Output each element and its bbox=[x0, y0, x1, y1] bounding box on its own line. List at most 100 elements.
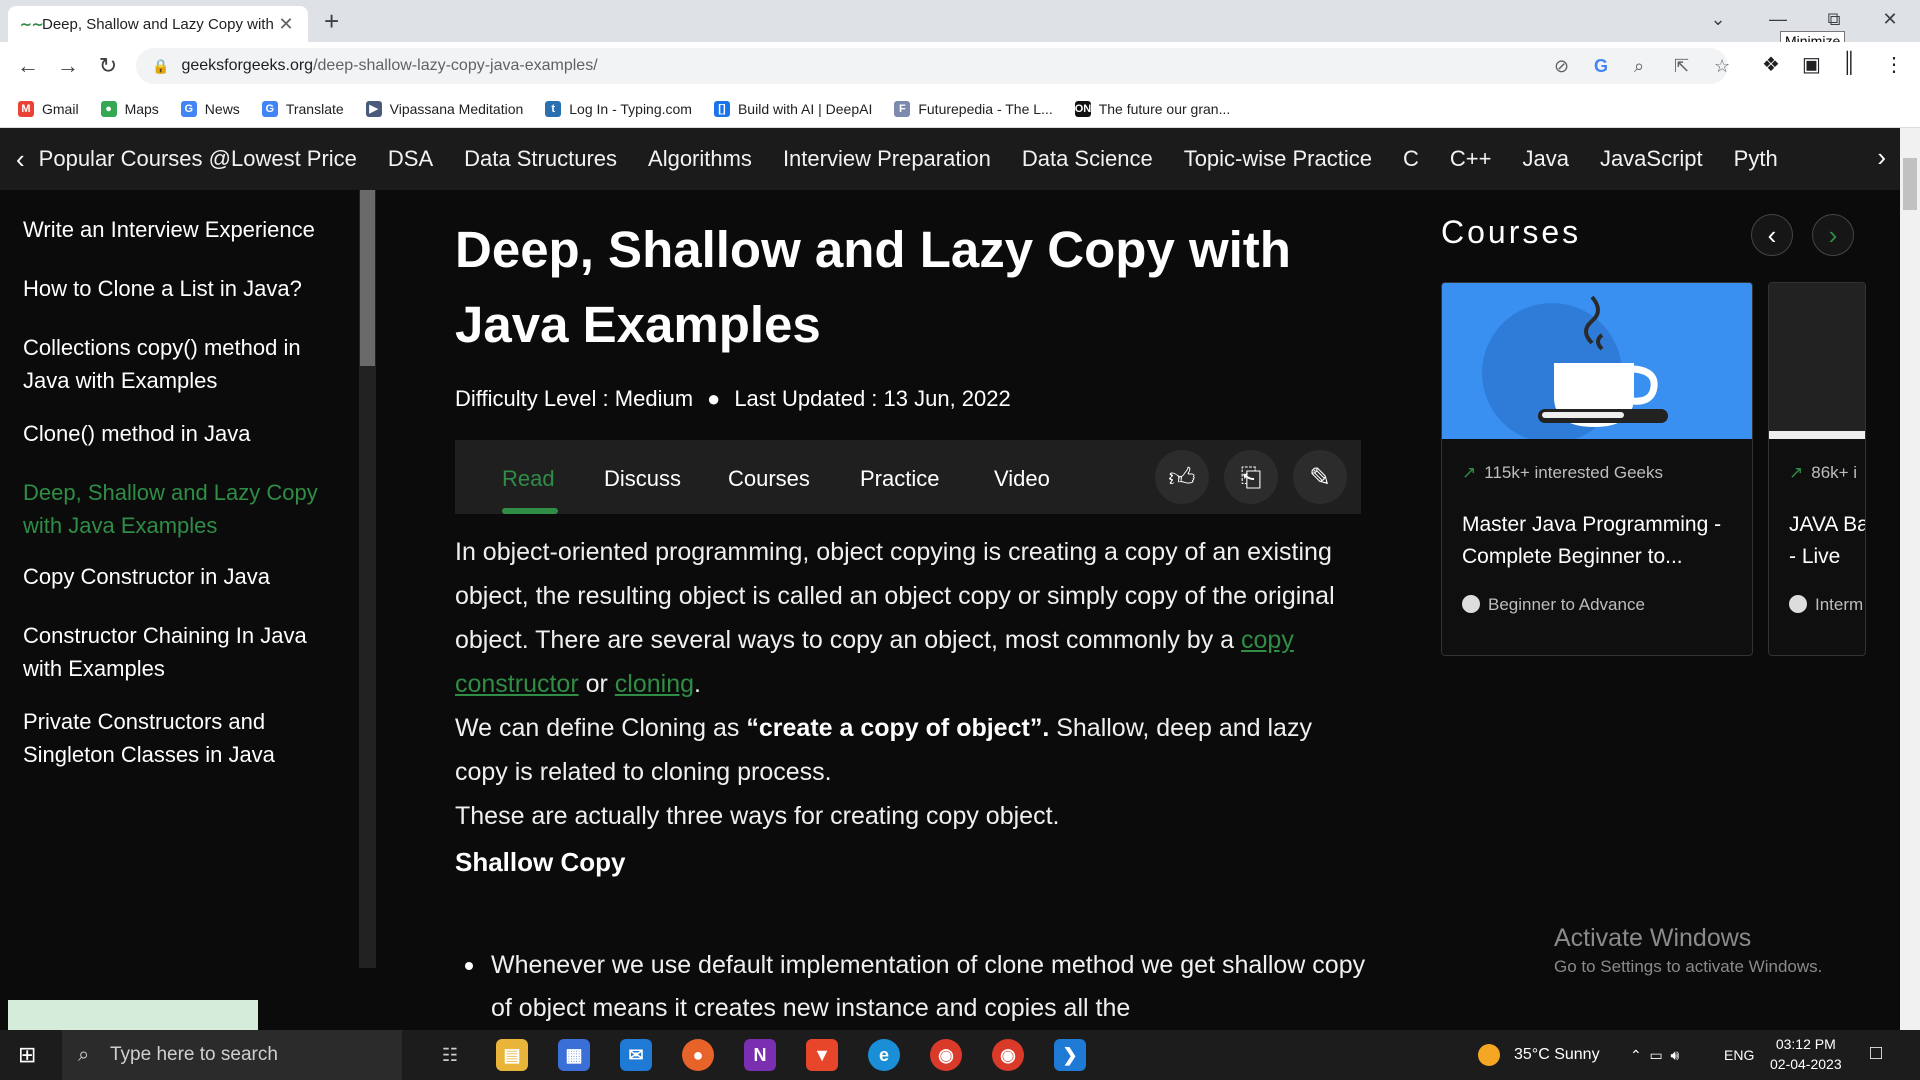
course-title[interactable]: JAVA Ba - Live bbox=[1789, 509, 1865, 573]
bookmark-item[interactable]: F Futurepedia - The L... bbox=[894, 100, 1053, 117]
interest-text: 86k+ i bbox=[1811, 463, 1858, 482]
sidebar-article-link[interactable]: Private Constructors and Singleton Class… bbox=[23, 705, 343, 771]
cookie-blocked-icon[interactable]: ⊘ bbox=[1554, 56, 1569, 77]
bookmark-item[interactable]: ON The future our gran... bbox=[1074, 100, 1230, 117]
nav-item[interactable]: Data Structures bbox=[464, 146, 617, 172]
trending-up-icon: ↗ bbox=[1789, 463, 1804, 482]
mail-icon[interactable]: ✉ bbox=[620, 1039, 652, 1071]
nav-item[interactable]: Data Science bbox=[1022, 146, 1153, 172]
nav-item[interactable]: DSA bbox=[388, 146, 433, 172]
chrome-profile-icon[interactable]: ◉ bbox=[992, 1039, 1024, 1071]
nav-item[interactable]: JavaScript bbox=[1600, 146, 1703, 172]
google-translate-icon[interactable]: G bbox=[1594, 56, 1608, 77]
brave-icon[interactable]: ▼ bbox=[806, 1039, 838, 1071]
task-view-icon[interactable]: ☷ bbox=[434, 1039, 466, 1071]
sidebar-scrollbar[interactable] bbox=[359, 190, 376, 968]
bookmark-item[interactable]: G Translate bbox=[261, 100, 344, 117]
close-tab-icon[interactable]: ✕ bbox=[276, 14, 296, 35]
url-path: /deep-shallow-lazy-copy-java-examples/ bbox=[313, 57, 598, 74]
sidebar-article-link[interactable]: How to Clone a List in Java? bbox=[23, 272, 343, 305]
bookmark-button[interactable]: ⎗ bbox=[1224, 450, 1278, 504]
course-card[interactable]: ↗ 115k+ interested Geeks Master Java Prog… bbox=[1441, 282, 1753, 656]
chrome-icon[interactable]: ◉ bbox=[930, 1039, 962, 1071]
bookmark-item[interactable]: M Gmail bbox=[18, 100, 79, 117]
nav-item[interactable]: C bbox=[1403, 146, 1419, 172]
forward-arrow-icon[interactable]: → bbox=[52, 50, 84, 82]
sidebar-article-link[interactable]: Collections copy() method in Java with E… bbox=[23, 331, 343, 397]
language-indicator[interactable]: ENG bbox=[1724, 1030, 1754, 1080]
news-icon: G bbox=[180, 100, 197, 117]
tab-search-icon[interactable]: ⌄ bbox=[1690, 0, 1746, 42]
file-explorer-icon[interactable]: ▤ bbox=[496, 1039, 528, 1071]
back-arrow-icon[interactable]: ← bbox=[12, 50, 44, 82]
nav-item[interactable]: Java bbox=[1522, 146, 1568, 172]
bookmark-item[interactable]: [] Build with AI | DeepAI bbox=[713, 100, 872, 117]
course-card[interactable]: ↗ 86k+ i JAVA Ba - Live Interm bbox=[1768, 282, 1866, 656]
sidebar-article-link[interactable]: Clone() method in Java bbox=[23, 417, 343, 450]
courses-prev-button[interactable]: ‹ bbox=[1751, 214, 1793, 256]
nav-scroll-right-icon[interactable]: › bbox=[1873, 142, 1886, 173]
windows-taskbar: ⊞ ⌕ Type here to search ☷ ▤ ▦ ✉ ● N ▼ e … bbox=[0, 1030, 1920, 1080]
bookmark-item[interactable]: ● Maps bbox=[100, 100, 159, 117]
nav-item[interactable]: Popular Courses @Lowest Price bbox=[39, 146, 357, 172]
edge-icon[interactable]: e bbox=[868, 1039, 900, 1071]
tray-icons[interactable]: ⌃ ▭ 🔊︎ bbox=[1630, 1030, 1679, 1080]
tab-practice[interactable]: Practice bbox=[860, 466, 939, 492]
sidebar-scroll-thumb[interactable] bbox=[360, 190, 375, 366]
bookmark-item[interactable]: ▶ Vipassana Meditation bbox=[365, 100, 523, 117]
close-window-button[interactable]: ✕ bbox=[1862, 0, 1918, 42]
bookmark-item[interactable]: t Log In - Typing.com bbox=[545, 100, 692, 117]
new-tab-button[interactable]: + bbox=[324, 6, 339, 37]
firefox-icon[interactable]: ● bbox=[682, 1039, 714, 1071]
extensions-icon[interactable]: ❖ bbox=[1762, 52, 1780, 77]
sidebar-article-link[interactable]: Copy Constructor in Java bbox=[23, 560, 343, 593]
bookmark-star-icon[interactable]: ☆ bbox=[1714, 56, 1730, 77]
typing-icon: t bbox=[545, 100, 562, 117]
sidebar-article-link[interactable]: Deep, Shallow and Lazy Copy with Java Ex… bbox=[23, 476, 343, 542]
page-scroll-thumb[interactable] bbox=[1903, 158, 1917, 210]
store-icon[interactable]: ▦ bbox=[558, 1039, 590, 1071]
edit-button[interactable]: ✎ bbox=[1293, 450, 1347, 504]
windows-start-icon[interactable]: ⊞ bbox=[18, 1042, 36, 1068]
nav-item[interactable]: Algorithms bbox=[648, 146, 752, 172]
sidebar-article-link[interactable]: Constructor Chaining In Java with Exampl… bbox=[23, 619, 343, 685]
nav-scroll-left-icon[interactable]: ‹ bbox=[16, 144, 25, 175]
nav-item[interactable]: Topic-wise Practice bbox=[1184, 146, 1372, 172]
share-icon[interactable]: ⇱ bbox=[1674, 56, 1689, 77]
address-bar[interactable]: 🔒 geeksforgeeks.org/deep-shallow-lazy-co… bbox=[136, 48, 1728, 84]
weather-widget[interactable]: 35°C Sunny bbox=[1514, 1030, 1600, 1080]
tab-courses[interactable]: Courses bbox=[728, 466, 810, 492]
page-scrollbar[interactable] bbox=[1900, 128, 1920, 1030]
tab-read[interactable]: Read bbox=[502, 466, 555, 492]
browser-tab[interactable]: ∼∼ Deep, Shallow and Lazy Copy with Java… bbox=[8, 6, 308, 42]
bullet-shallow-copy: Whenever we use default implementation o… bbox=[491, 951, 1366, 1022]
onenote-icon[interactable]: N bbox=[744, 1039, 776, 1071]
courses-next-button[interactable]: › bbox=[1812, 214, 1854, 256]
nav-item[interactable]: Interview Preparation bbox=[783, 146, 991, 172]
sidebar-article-link[interactable]: Write an Interview Experience bbox=[23, 213, 343, 246]
bookmark-item[interactable]: G News bbox=[180, 100, 240, 117]
course-title[interactable]: Master Java Programming - Complete Begin… bbox=[1462, 509, 1742, 573]
cloning-link[interactable]: cloning bbox=[615, 670, 694, 698]
level-text: Beginner to Advance bbox=[1488, 595, 1645, 614]
vscode-icon[interactable]: ❯ bbox=[1054, 1039, 1086, 1071]
menu-kebab-icon[interactable]: ⋮ bbox=[1884, 52, 1904, 77]
article-title: Deep, Shallow and Lazy Copy with Java Ex… bbox=[455, 221, 1291, 353]
bookmarks-bar: M Gmail ● Maps G News G Translate ▶ Vipassana Med… bbox=[0, 90, 1920, 128]
extension-bars-icon[interactable]: ║ bbox=[1842, 52, 1856, 75]
nav-item[interactable]: Pyth bbox=[1734, 146, 1778, 172]
side-panel-icon[interactable]: ▣ bbox=[1802, 52, 1821, 77]
taskbar-search-box[interactable]: ⌕ Type here to search bbox=[62, 1030, 402, 1080]
tab-video[interactable]: Video bbox=[994, 466, 1050, 492]
level-icon bbox=[1789, 595, 1807, 613]
zoom-icon[interactable]: ⌕ bbox=[1634, 56, 1644, 77]
chevron-left-icon: ‹ bbox=[1767, 220, 1777, 250]
notification-icon[interactable]: □ bbox=[1870, 1042, 1882, 1065]
nav-item[interactable]: C++ bbox=[1450, 146, 1492, 172]
like-button[interactable]: 👍︎ bbox=[1155, 450, 1209, 504]
tab-discuss[interactable]: Discuss bbox=[604, 466, 681, 492]
bookmark-label: News bbox=[204, 100, 240, 117]
sidebar-bottom-banner[interactable] bbox=[8, 1000, 258, 1030]
clock[interactable]: 03:12 PM 02-04-2023 bbox=[1770, 1034, 1842, 1074]
reload-icon[interactable]: ↻ bbox=[92, 50, 124, 82]
